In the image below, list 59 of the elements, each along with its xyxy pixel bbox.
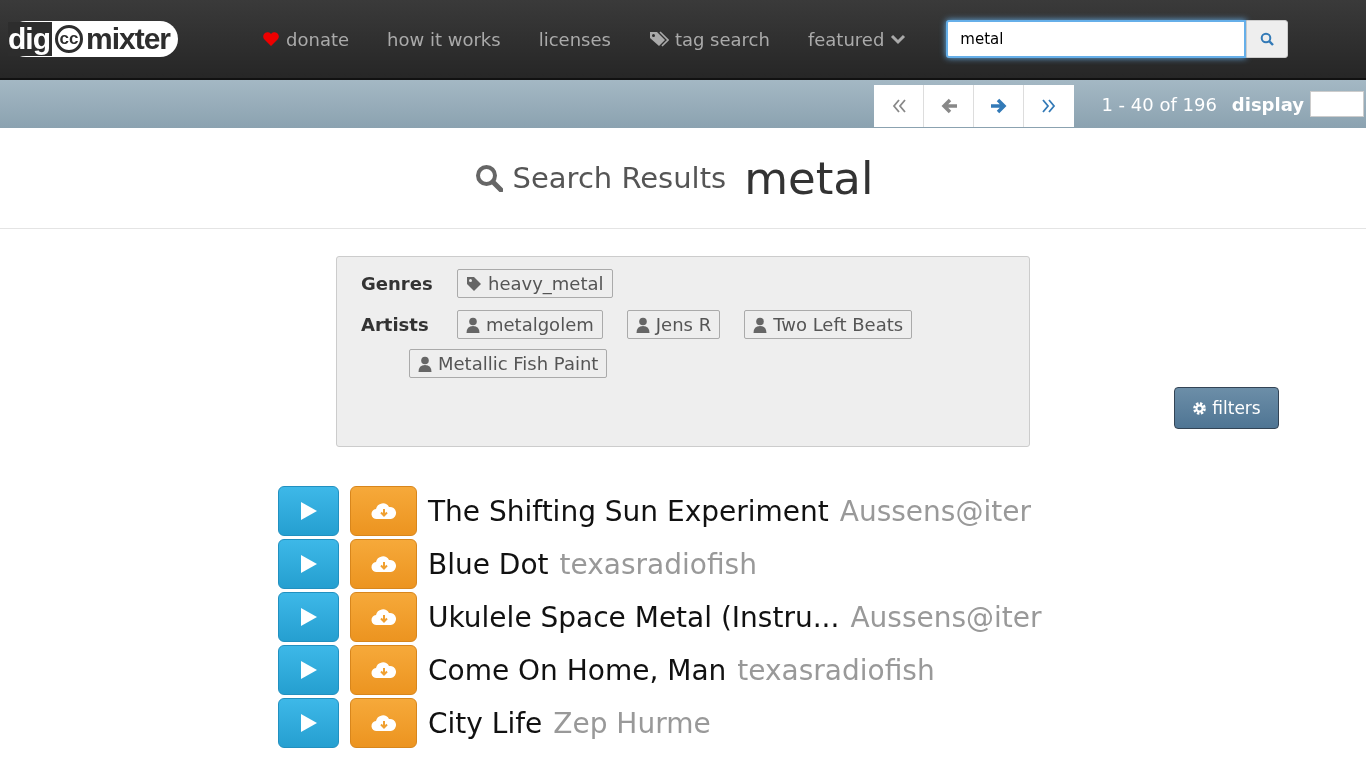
- download-button[interactable]: [350, 592, 417, 642]
- cloud-download-icon: [370, 714, 397, 732]
- user-icon: [418, 355, 432, 372]
- play-button[interactable]: [278, 539, 339, 589]
- artist-chip[interactable]: Two Left Beats: [744, 310, 913, 339]
- search-button[interactable]: [1246, 20, 1289, 58]
- track-title[interactable]: The Shifting Sun Experiment: [428, 494, 829, 528]
- play-button[interactable]: [278, 645, 339, 695]
- nav-link[interactable]: donate: [262, 28, 350, 50]
- tag-icon: [466, 275, 482, 292]
- arrow-right-icon: [989, 97, 1008, 115]
- arrow-left-icon: [939, 97, 958, 115]
- chevron-down-icon: [890, 33, 907, 45]
- tags-icon: [648, 31, 669, 47]
- play-button[interactable]: [278, 592, 339, 642]
- artist-chip[interactable]: Jens R: [626, 310, 721, 339]
- nav-link[interactable]: how it works: [387, 28, 501, 50]
- search-field[interactable]: metal: [946, 20, 1247, 58]
- filter-label: Genres: [361, 273, 433, 294]
- track-title[interactable]: Blue Dot: [428, 547, 549, 581]
- play-button[interactable]: [278, 486, 339, 536]
- filters-button[interactable]: filters: [1174, 387, 1279, 429]
- cloud-download-icon: [370, 555, 397, 573]
- user-icon: [635, 316, 650, 333]
- filter-label: Artists: [361, 314, 430, 335]
- play-icon: [299, 660, 318, 680]
- cloud-download-icon: [370, 502, 397, 520]
- nav-link[interactable]: tag search: [648, 28, 770, 50]
- display-label: display: [1231, 93, 1304, 115]
- user-icon: [753, 316, 768, 333]
- heart-icon: [262, 31, 281, 47]
- play-icon: [299, 554, 318, 574]
- user-icon: [466, 316, 480, 333]
- search-icon: [474, 164, 503, 192]
- result-range: 1 - 40 of 196: [1101, 93, 1217, 115]
- gear-icon: [1192, 400, 1208, 416]
- display-field[interactable]: [1310, 91, 1364, 117]
- download-button[interactable]: [350, 486, 417, 536]
- artist-chip[interactable]: Metallic Fish Paint: [409, 349, 608, 378]
- site-logo[interactable]: dig cc mixter: [8, 21, 179, 57]
- search-query: metal: [744, 151, 874, 205]
- cloud-download-icon: [370, 661, 397, 679]
- play-icon: [299, 713, 318, 733]
- download-button[interactable]: [350, 539, 417, 589]
- cloud-download-icon: [370, 608, 397, 626]
- download-button[interactable]: [350, 645, 417, 695]
- download-button[interactable]: [350, 698, 417, 748]
- track-title[interactable]: City Life: [428, 706, 543, 740]
- nav-link[interactable]: featured: [807, 28, 907, 50]
- play-icon: [299, 501, 318, 521]
- track-title[interactable]: Ukulele Space Metal (Instru...: [428, 600, 840, 634]
- genre-chip[interactable]: heavy_metal: [457, 269, 613, 298]
- nav-link[interactable]: licenses: [538, 28, 611, 50]
- search-icon: [1260, 32, 1275, 46]
- play-icon: [299, 607, 318, 627]
- track-title[interactable]: Come On Home, Man: [428, 653, 727, 687]
- play-button[interactable]: [278, 698, 339, 748]
- artist-chip[interactable]: metalgolem: [457, 310, 603, 339]
- page-heading: Search Results: [512, 161, 727, 195]
